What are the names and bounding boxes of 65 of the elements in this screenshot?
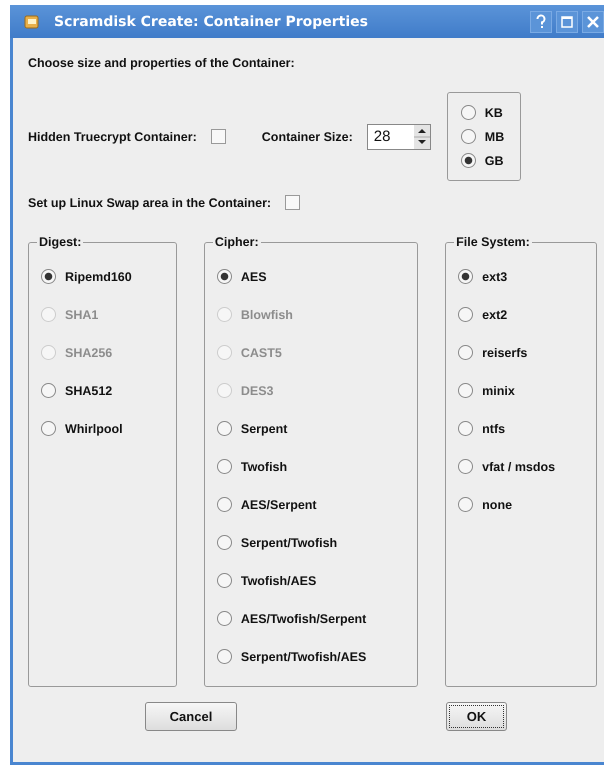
group-title: File System: [454, 235, 532, 249]
maximize-icon[interactable] [556, 10, 578, 32]
radio-button[interactable] [41, 269, 56, 284]
option-label: SHA1 [65, 308, 98, 322]
radio-button[interactable] [458, 421, 474, 436]
option-label: DES3 [240, 384, 274, 398]
close-icon[interactable] [582, 10, 604, 32]
option-label: Whirlpool [65, 422, 123, 436]
radio-button[interactable] [216, 421, 232, 436]
radio-button[interactable] [216, 459, 232, 474]
radio-button[interactable] [460, 129, 476, 144]
radio-button[interactable] [216, 497, 232, 512]
option-label: Serpent [240, 422, 288, 436]
option-label: AES [240, 270, 267, 284]
option-label: minix [482, 384, 515, 398]
option-label: none [482, 498, 512, 512]
size-spinner[interactable]: 28 [366, 124, 431, 150]
unit-label: GB [484, 154, 504, 168]
radio-button[interactable] [216, 535, 232, 550]
option-label: SHA256 [65, 346, 112, 360]
option-label: Serpent/Twofish/AES [240, 650, 366, 664]
radio-button[interactable] [216, 269, 232, 284]
radio-button[interactable] [458, 307, 474, 322]
radio-button[interactable] [41, 383, 56, 398]
option-label: Twofish [240, 460, 288, 474]
help-icon[interactable] [530, 10, 552, 32]
radio-button[interactable] [458, 269, 474, 284]
checkbox[interactable] [285, 195, 300, 210]
option-label: Blowfish [240, 308, 293, 322]
radio-button[interactable] [458, 459, 474, 474]
radio-button[interactable] [460, 105, 476, 120]
option-label: Twofish/AES [240, 574, 316, 588]
hidden-container-label: Hidden Truecrypt Container: [28, 130, 197, 144]
option-label: ntfs [482, 422, 506, 436]
dialog-button[interactable]: OK [446, 702, 507, 731]
radio-button[interactable] [216, 611, 232, 626]
option-label: SHA512 [65, 384, 112, 398]
group-title: Digest: [37, 235, 84, 249]
radio-button[interactable] [458, 383, 474, 398]
dialog-button[interactable]: Cancel [145, 702, 237, 731]
heading-text: Choose size and properties of the Container: [28, 56, 296, 70]
window-title: Scramdisk Create: Container Properties [54, 14, 370, 30]
radio-button[interactable] [458, 497, 474, 512]
container-size-label: Container Size: [262, 130, 353, 144]
option-label: ext2 [482, 308, 508, 322]
checkbox[interactable] [210, 129, 226, 144]
unit-label: KB [484, 106, 503, 120]
spinner-arrows-icon[interactable] [414, 124, 430, 148]
app-icon [24, 14, 40, 30]
option-label: Serpent/Twofish [240, 536, 338, 550]
option-label: ext3 [482, 270, 508, 284]
unit-label: MB [484, 130, 504, 144]
option-label: AES/Twofish/Serpent [240, 612, 366, 626]
radio-button[interactable] [460, 153, 476, 168]
option-label: CAST5 [240, 346, 282, 360]
group-title: Cipher: [212, 235, 261, 249]
option-label: vfat / msdos [482, 460, 556, 474]
swap-label: Set up Linux Swap area in the Container: [28, 196, 272, 210]
radio-button[interactable] [458, 345, 474, 360]
option-label: AES/Serpent [240, 498, 317, 512]
radio-button[interactable] [216, 649, 232, 664]
radio-button[interactable] [216, 573, 232, 588]
option-label: Ripemd160 [65, 270, 132, 284]
radio-button[interactable] [41, 421, 56, 436]
option-label: reiserfs [482, 346, 528, 360]
